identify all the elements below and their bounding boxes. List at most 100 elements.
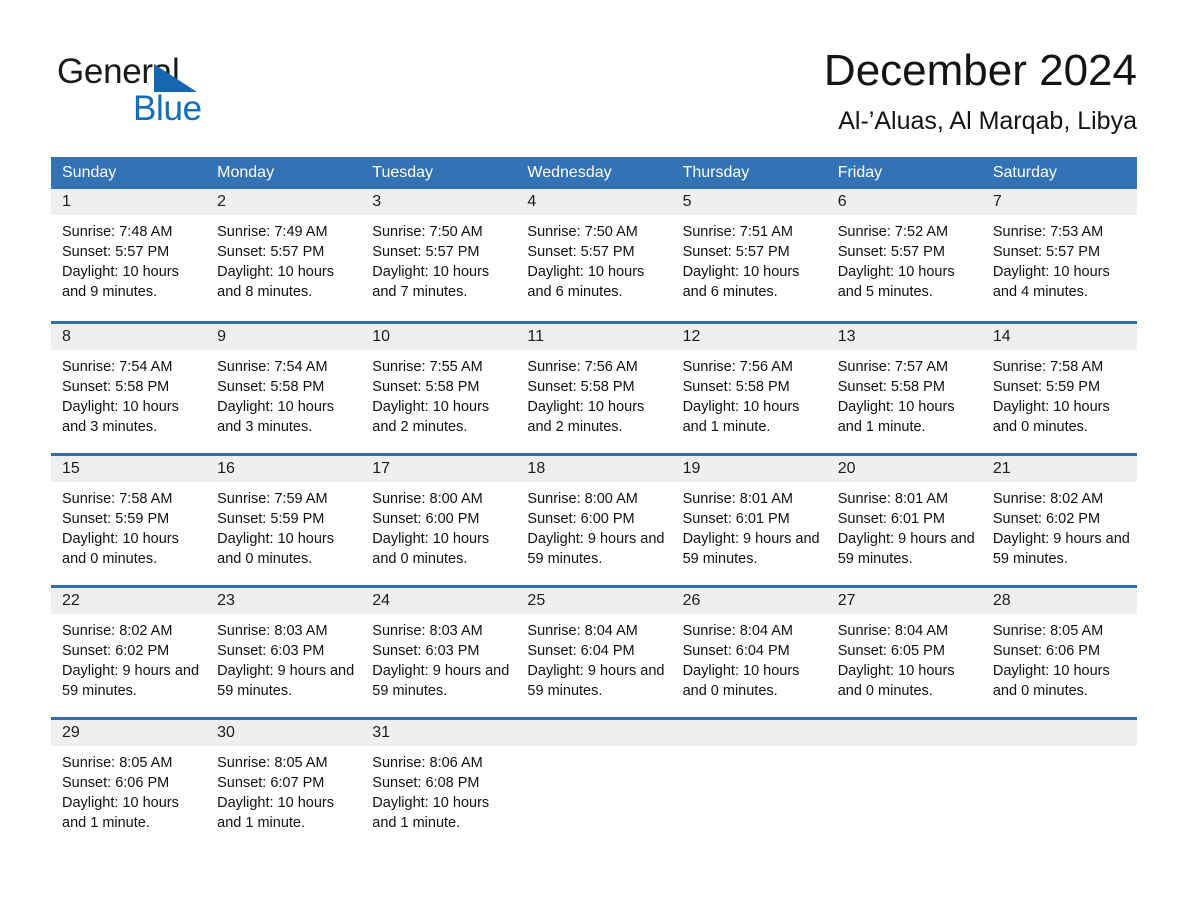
day-number: 24 [361,588,517,614]
day-cell[interactable]: 31 Sunrise: 8:06 AM Sunset: 6:08 PM Dayl… [361,720,517,849]
day-info: Sunrise: 8:06 AM Sunset: 6:08 PM Dayligh… [361,746,516,833]
daylight-text: Daylight: 10 hours and 1 minute. [62,795,179,831]
day-cell[interactable]: 28 Sunrise: 8:05 AM Sunset: 6:06 PM Dayl… [981,588,1137,717]
weekday-header-monday: Monday [217,164,275,181]
sunset-text: Sunset: 6:06 PM [62,775,170,791]
day-cell[interactable]: 11 Sunrise: 7:56 AM Sunset: 5:58 PM Dayl… [516,324,672,453]
sunset-text: Sunset: 5:58 PM [837,379,945,395]
sunset-text: Sunset: 5:57 PM [837,244,945,260]
sunrise-text: Sunrise: 8:01 AM [837,491,949,507]
weekday-header-sunday: Sunday [62,164,117,181]
day-cell[interactable]: 26 Sunrise: 8:04 AM Sunset: 6:04 PM Dayl… [671,588,827,717]
sunrise-text: Sunrise: 8:03 AM [372,623,483,639]
page-title: December 2024 [823,46,1137,95]
week-row: 8 Sunrise: 7:54 AM Sunset: 5:58 PM Dayli… [51,321,1137,453]
sunrise-text: Sunrise: 7:50 AM [527,224,638,240]
day-cell[interactable]: 23 Sunrise: 8:03 AM Sunset: 6:03 PM Dayl… [206,588,362,717]
day-number: 16 [206,456,362,482]
sunset-text: Sunset: 6:03 PM [217,643,325,659]
day-cell[interactable]: 14 Sunrise: 7:58 AM Sunset: 5:59 PM Dayl… [981,324,1137,453]
daylight-text: Daylight: 10 hours and 4 minutes. [992,264,1110,300]
sunset-text: Sunset: 6:04 PM [682,643,790,659]
sunrise-text: Sunrise: 7:49 AM [217,224,328,240]
day-cell[interactable]: 21 Sunrise: 8:02 AM Sunset: 6:02 PM Dayl… [981,456,1137,585]
daylight-text: Daylight: 9 hours and 59 minutes. [62,663,200,699]
day-cell[interactable]: 22 Sunrise: 8:02 AM Sunset: 6:02 PM Dayl… [51,588,207,717]
day-cell[interactable]: 19 Sunrise: 8:01 AM Sunset: 6:01 PM Dayl… [671,456,827,585]
day-number: 9 [206,324,362,350]
daylight-text: Daylight: 10 hours and 6 minutes. [682,264,800,300]
day-cell-empty [981,720,1137,849]
day-cell[interactable]: 13 Sunrise: 7:57 AM Sunset: 5:58 PM Dayl… [826,324,982,453]
day-cell[interactable]: 9 Sunrise: 7:54 AM Sunset: 5:58 PM Dayli… [206,324,362,453]
day-number: 2 [206,189,362,215]
daylight-text: Daylight: 9 hours and 59 minutes. [372,663,510,699]
day-number: 12 [671,324,827,350]
day-number [826,720,982,746]
day-info: Sunrise: 7:50 AM Sunset: 5:57 PM Dayligh… [361,215,516,302]
sunrise-text: Sunrise: 7:50 AM [372,224,483,240]
day-cell[interactable]: 4 Sunrise: 7:50 AM Sunset: 5:57 PM Dayli… [516,189,672,321]
daylight-text: Daylight: 10 hours and 8 minutes. [217,264,335,300]
day-cell[interactable]: 18 Sunrise: 8:00 AM Sunset: 6:00 PM Dayl… [516,456,672,585]
daylight-text: Daylight: 10 hours and 9 minutes. [62,264,179,300]
sunset-text: Sunset: 5:58 PM [372,379,480,395]
day-cell[interactable]: 7 Sunrise: 7:53 AM Sunset: 5:57 PM Dayli… [981,189,1137,321]
day-cell[interactable]: 29 Sunrise: 8:05 AM Sunset: 6:06 PM Dayl… [51,720,207,849]
sunset-text: Sunset: 6:01 PM [837,511,945,527]
daylight-text: Daylight: 10 hours and 2 minutes. [527,399,645,435]
day-cell[interactable]: 1 Sunrise: 7:48 AM Sunset: 5:57 PM Dayli… [51,189,207,321]
day-number: 27 [826,588,982,614]
day-number: 17 [361,456,517,482]
calendar-page: General Blue December 2024 Al-’Aluas, Al… [0,0,1188,918]
day-cell[interactable]: 17 Sunrise: 8:00 AM Sunset: 6:00 PM Dayl… [361,456,517,585]
day-cell[interactable]: 8 Sunrise: 7:54 AM Sunset: 5:58 PM Dayli… [51,324,207,453]
general-blue-logo[interactable]: General Blue [57,52,317,132]
calendar-grid: Sunday Monday Tuesday Wednesday Thursday… [51,157,1137,849]
sunrise-text: Sunrise: 7:59 AM [217,491,328,507]
day-number: 14 [981,324,1137,350]
day-cell[interactable]: 3 Sunrise: 7:50 AM Sunset: 5:57 PM Dayli… [361,189,517,321]
daylight-text: Daylight: 10 hours and 3 minutes. [217,399,335,435]
sunrise-text: Sunrise: 7:58 AM [62,491,173,507]
sunset-text: Sunset: 5:59 PM [62,511,170,527]
sunrise-text: Sunrise: 7:56 AM [682,359,793,375]
day-cell[interactable]: 5 Sunrise: 7:51 AM Sunset: 5:57 PM Dayli… [671,189,827,321]
day-number: 28 [981,588,1137,614]
day-info: Sunrise: 7:59 AM Sunset: 5:59 PM Dayligh… [206,482,361,569]
sunset-text: Sunset: 6:04 PM [527,643,635,659]
day-cell[interactable]: 27 Sunrise: 8:04 AM Sunset: 6:05 PM Dayl… [826,588,982,717]
day-cell[interactable]: 25 Sunrise: 8:04 AM Sunset: 6:04 PM Dayl… [516,588,672,717]
day-cell[interactable]: 24 Sunrise: 8:03 AM Sunset: 6:03 PM Dayl… [361,588,517,717]
day-info: Sunrise: 7:56 AM Sunset: 5:58 PM Dayligh… [516,350,671,437]
weekday-header-wednesday: Wednesday [527,164,612,181]
day-number: 4 [516,189,672,215]
day-cell[interactable]: 10 Sunrise: 7:55 AM Sunset: 5:58 PM Dayl… [361,324,517,453]
week-row: 22 Sunrise: 8:02 AM Sunset: 6:02 PM Dayl… [51,585,1137,717]
day-cell[interactable]: 12 Sunrise: 7:56 AM Sunset: 5:58 PM Dayl… [671,324,827,453]
daylight-text: Daylight: 9 hours and 59 minutes. [217,663,355,699]
day-number: 26 [671,588,827,614]
day-cell[interactable]: 2 Sunrise: 7:49 AM Sunset: 5:57 PM Dayli… [206,189,362,321]
daylight-text: Daylight: 9 hours and 59 minutes. [682,531,820,567]
day-cell[interactable]: 30 Sunrise: 8:05 AM Sunset: 6:07 PM Dayl… [206,720,362,849]
day-cell[interactable]: 20 Sunrise: 8:01 AM Sunset: 6:01 PM Dayl… [826,456,982,585]
day-cell[interactable]: 6 Sunrise: 7:52 AM Sunset: 5:57 PM Dayli… [826,189,982,321]
day-cell[interactable]: 15 Sunrise: 7:58 AM Sunset: 5:59 PM Dayl… [51,456,207,585]
sunset-text: Sunset: 5:59 PM [217,511,325,527]
daylight-text: Daylight: 10 hours and 1 minute. [372,795,490,831]
sunset-text: Sunset: 6:05 PM [837,643,945,659]
day-cell[interactable]: 16 Sunrise: 7:59 AM Sunset: 5:59 PM Dayl… [206,456,362,585]
sunrise-text: Sunrise: 8:05 AM [62,755,173,771]
daylight-text: Daylight: 9 hours and 59 minutes. [837,531,975,567]
day-cell-empty [826,720,982,849]
sunset-text: Sunset: 5:58 PM [682,379,790,395]
daylight-text: Daylight: 10 hours and 1 minute. [837,399,955,435]
day-number: 21 [981,456,1137,482]
day-info: Sunrise: 7:54 AM Sunset: 5:58 PM Dayligh… [206,350,361,437]
day-info: Sunrise: 7:57 AM Sunset: 5:58 PM Dayligh… [827,350,982,437]
daylight-text: Daylight: 10 hours and 0 minutes. [682,663,800,699]
week-row: 15 Sunrise: 7:58 AM Sunset: 5:59 PM Dayl… [51,453,1137,585]
sunset-text: Sunset: 6:06 PM [992,643,1101,659]
day-info: Sunrise: 7:52 AM Sunset: 5:57 PM Dayligh… [827,215,982,302]
